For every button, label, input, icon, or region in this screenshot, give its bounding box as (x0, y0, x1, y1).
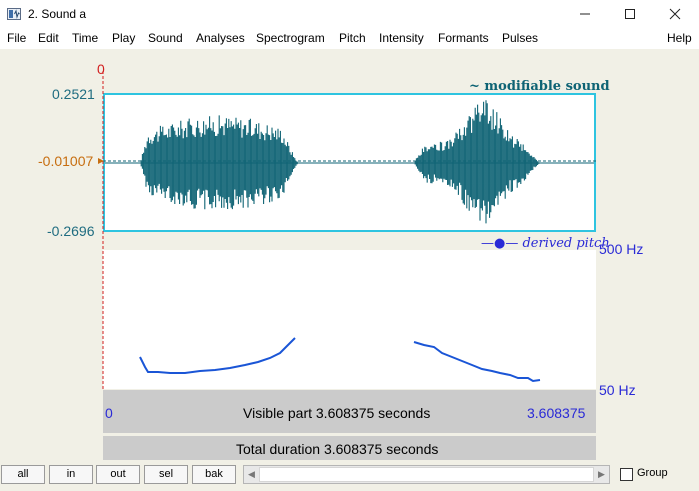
menu-spectrogram[interactable]: Spectrogram (256, 31, 325, 45)
close-button[interactable] (652, 0, 698, 28)
menu-pitch[interactable]: Pitch (339, 31, 366, 45)
zoom-in-button[interactable]: in (49, 465, 93, 484)
menu-edit[interactable]: Edit (38, 31, 59, 45)
analysis-canvas[interactable] (0, 49, 699, 461)
menu-pulses[interactable]: Pulses (502, 31, 538, 45)
close-icon (669, 8, 681, 20)
zoom-out-button[interactable]: out (96, 465, 140, 484)
maximize-icon (625, 9, 635, 19)
visible-part-label: Visible part 3.608375 seconds (243, 405, 431, 421)
pitch-legend: —●— derived pitch (481, 236, 610, 251)
menu-formants[interactable]: Formants (438, 31, 489, 45)
menu-play[interactable]: Play (112, 31, 135, 45)
menu-analyses[interactable]: Analyses (196, 31, 245, 45)
zoom-all-button[interactable]: all (1, 465, 45, 484)
menu-time[interactable]: Time (72, 31, 98, 45)
scroll-right-arrow-icon[interactable]: ▶ (594, 466, 609, 483)
scroll-left-arrow-icon[interactable]: ◀ (244, 466, 259, 483)
visible-end-time: 3.608375 (527, 405, 586, 421)
menu-file[interactable]: File (7, 31, 26, 45)
menu-intensity[interactable]: Intensity (379, 31, 424, 45)
zoom-selection-button[interactable]: sel (144, 465, 188, 484)
pitch-panel[interactable] (103, 250, 596, 389)
pitch-bottom-value: 50 Hz (599, 382, 636, 398)
menu-help[interactable]: Help (667, 31, 692, 45)
cursor-time-label: 0 (97, 61, 105, 77)
title-bar: 2. Sound a (0, 0, 699, 29)
waveform-legend: ~ modifiable sound (469, 79, 610, 94)
total-duration-label: Total duration 3.608375 seconds (236, 441, 439, 457)
menu-sound[interactable]: Sound (148, 31, 183, 45)
minimize-icon (580, 13, 590, 15)
window-title: 2. Sound a (28, 7, 87, 21)
waveform-bottom-value: -0.2696 (47, 223, 95, 239)
group-label: Group (637, 467, 668, 479)
menu-bar: File Edit Time Play Sound Analyses Spect… (0, 28, 699, 49)
scrollbar-thumb[interactable] (259, 467, 594, 482)
pitch-top-value: 500 Hz (599, 241, 644, 257)
waveform-cursor-value: -0.01007 (38, 153, 94, 169)
bottom-toolbar: all in out sel bak ◀ ▶ Group (0, 461, 699, 491)
group-checkbox[interactable] (620, 468, 633, 481)
minimize-button[interactable] (562, 0, 608, 28)
zoom-back-button[interactable]: bak (192, 465, 236, 484)
horizontal-scrollbar[interactable]: ◀ ▶ (243, 465, 610, 484)
maximize-button[interactable] (607, 0, 653, 28)
waveform-top-value: 0.2521 (52, 86, 95, 102)
visible-start-time: 0 (105, 405, 113, 421)
praat-app-icon (7, 8, 21, 20)
sound-editor-area: 0 0.2521 -0.01007 -0.2696 ~ modifiable s… (0, 49, 699, 461)
